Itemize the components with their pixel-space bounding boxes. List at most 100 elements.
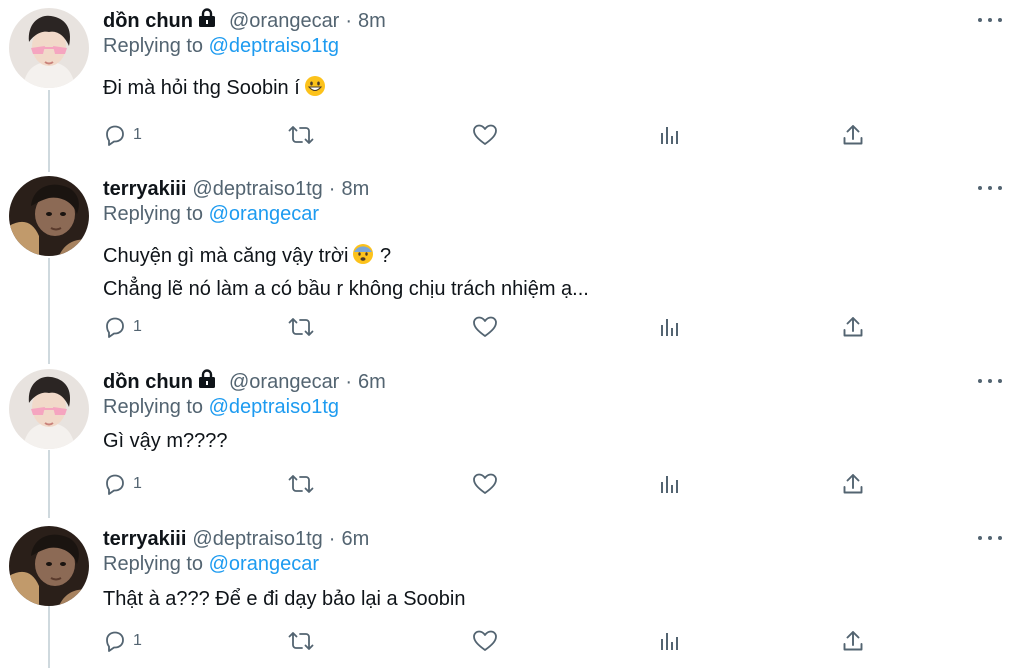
retweet-icon	[288, 126, 314, 144]
tweet-header: dồn chun @orangecar · 6m	[103, 369, 386, 395]
separator-dot: ·	[328, 177, 336, 200]
separator-dot: ·	[328, 527, 336, 550]
lock-icon	[197, 8, 217, 34]
tweet-actions: 1	[103, 626, 883, 656]
like-button[interactable]	[472, 312, 498, 342]
more-options-icon[interactable]	[978, 373, 1002, 389]
avatar-pink-glasses-icon	[9, 8, 89, 88]
replying-to-link[interactable]: @deptraiso1tg	[209, 396, 339, 418]
avatar[interactable]	[9, 8, 89, 88]
display-name[interactable]: terryakiii	[103, 178, 186, 201]
replying-to-label: Replying to	[103, 203, 204, 225]
share-icon	[843, 474, 863, 494]
retweet-button[interactable]	[288, 626, 314, 656]
analytics-button[interactable]	[658, 626, 682, 656]
share-button[interactable]	[841, 469, 865, 499]
reply-icon	[106, 317, 124, 338]
user-handle[interactable]: @orangecar	[229, 10, 339, 33]
display-name[interactable]: dồn chun	[103, 371, 193, 394]
more-options-icon[interactable]	[978, 530, 1002, 546]
tweet-actions: 1	[103, 120, 883, 150]
user-handle[interactable]: @deptraiso1tg	[192, 178, 322, 201]
like-button[interactable]	[472, 469, 498, 499]
analytics-button[interactable]	[658, 120, 682, 150]
avatar[interactable]	[9, 369, 89, 449]
like-button[interactable]	[472, 626, 498, 656]
retweet-icon	[288, 318, 314, 336]
replying-to-link[interactable]: @orangecar	[209, 203, 319, 225]
reply-button[interactable]: 1	[103, 312, 142, 342]
avatar-dark-icon	[9, 176, 89, 256]
heart-icon	[473, 630, 497, 651]
share-icon	[843, 125, 863, 145]
heart-icon	[473, 124, 497, 145]
tweet-header: dồn chun @orangecar · 8m	[103, 8, 386, 34]
reply-button[interactable]: 1	[103, 469, 142, 499]
heart-icon	[473, 316, 497, 337]
analytics-icon	[661, 319, 678, 336]
tweet-text-line: Gì vậy m????	[103, 430, 228, 452]
timestamp[interactable]: 6m	[341, 528, 369, 551]
share-button[interactable]	[841, 312, 865, 342]
avatar-pink-glasses-icon	[9, 369, 89, 449]
retweet-icon	[288, 475, 314, 493]
retweet-button[interactable]	[288, 469, 314, 499]
tweet-text-line: Đi mà hỏi thg Soobin í	[103, 77, 300, 99]
heart-icon	[473, 473, 497, 494]
timestamp[interactable]: 8m	[358, 10, 386, 33]
tweet[interactable]: terryakiii @deptraiso1tg · 6m Replying t…	[0, 526, 1010, 668]
reply-icon	[106, 631, 124, 652]
separator-dot: ·	[345, 370, 353, 393]
display-name[interactable]: terryakiii	[103, 528, 186, 551]
retweet-button[interactable]	[288, 312, 314, 342]
reply-button[interactable]: 1	[103, 120, 142, 150]
like-button[interactable]	[472, 120, 498, 150]
tweet-text-line: Chuyện gì mà căng vậy trời	[103, 245, 349, 267]
replying-to: Replying to @deptraiso1tg	[103, 35, 339, 58]
reply-button[interactable]: 1	[103, 626, 142, 656]
tweet-text: Chuyện gì mà căng vậy trời ? Chẳng lẽ nó…	[103, 241, 589, 304]
share-button[interactable]	[841, 626, 865, 656]
more-options-icon[interactable]	[978, 12, 1002, 28]
replying-to-link[interactable]: @deptraiso1tg	[209, 35, 339, 57]
tweet[interactable]: dồn chun @orangecar · 8m Replying to @de…	[0, 8, 1010, 168]
analytics-button[interactable]	[658, 312, 682, 342]
timestamp[interactable]: 8m	[341, 178, 369, 201]
tweet-actions: 1	[103, 469, 883, 499]
more-options-icon[interactable]	[978, 180, 1002, 196]
tweet[interactable]: terryakiii @deptraiso1tg · 8m Replying t…	[0, 176, 1010, 356]
tweet-header: terryakiii @deptraiso1tg · 8m	[103, 176, 369, 202]
tweet[interactable]: dồn chun @orangecar · 6m Replying to @de…	[0, 369, 1010, 509]
avatar-dark-icon	[9, 526, 89, 606]
retweet-button[interactable]	[288, 120, 314, 150]
tweet-text-line: Thật à a??? Để e đi dạy bảo lại a Soobin	[103, 588, 466, 610]
reply-icon	[106, 474, 124, 495]
tweet-text-line: Chẳng lẽ nó làm a có bầu r không chịu tr…	[103, 278, 589, 300]
user-handle[interactable]: @deptraiso1tg	[192, 528, 322, 551]
analytics-icon	[661, 127, 678, 144]
share-button[interactable]	[841, 120, 865, 150]
tweet-text-suffix: ?	[380, 245, 392, 267]
analytics-icon	[661, 633, 678, 650]
share-icon	[843, 631, 863, 651]
analytics-button[interactable]	[658, 469, 682, 499]
retweet-icon	[288, 632, 314, 650]
replying-to-label: Replying to	[103, 396, 204, 418]
tweet-text: Gì vậy m????	[103, 426, 228, 456]
share-icon	[843, 317, 863, 337]
user-handle[interactable]: @orangecar	[229, 371, 339, 394]
replying-to-label: Replying to	[103, 35, 204, 57]
avatar[interactable]	[9, 526, 89, 606]
avatar[interactable]	[9, 176, 89, 256]
tweet-actions: 1	[103, 312, 883, 342]
replying-to-link[interactable]: @orangecar	[209, 553, 319, 575]
anxious-face-emoji-icon	[352, 243, 374, 274]
reply-icon	[106, 125, 124, 146]
reply-count: 1	[133, 632, 142, 649]
replying-to: Replying to @orangecar	[103, 203, 319, 226]
replying-to: Replying to @deptraiso1tg	[103, 396, 339, 419]
reply-count: 1	[133, 126, 142, 143]
display-name[interactable]: dồn chun	[103, 10, 193, 33]
grinning-face-emoji-icon	[304, 75, 326, 106]
timestamp[interactable]: 6m	[358, 371, 386, 394]
